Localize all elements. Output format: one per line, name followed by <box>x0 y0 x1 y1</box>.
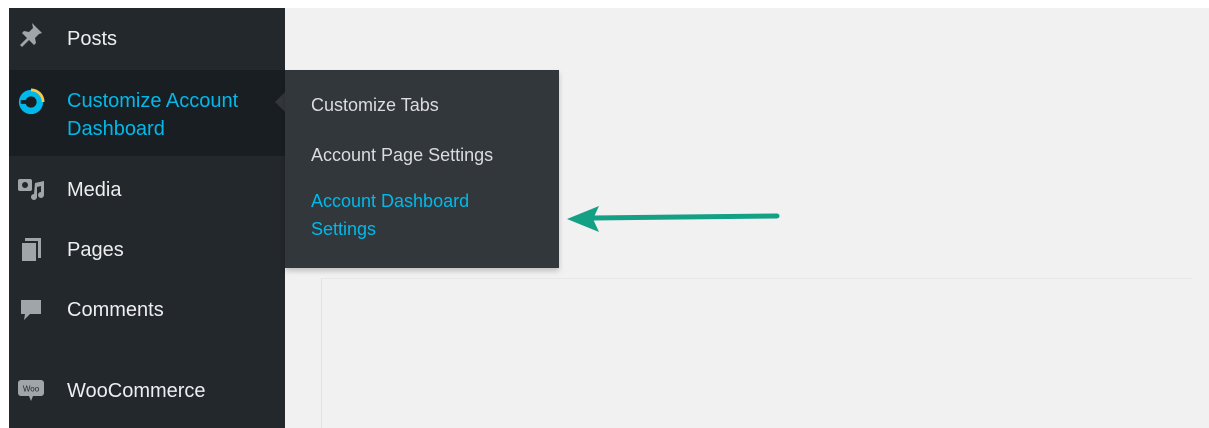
sidebar-item-label: Pages <box>67 239 124 261</box>
sidebar-item-label: Media <box>67 179 122 201</box>
submenu-item-account-dashboard-settings-line1[interactable]: Account Dashboard <box>311 189 469 213</box>
admin-sidebar: Posts Customize Account Dashboard Media … <box>9 8 285 428</box>
submenu-item-account-dashboard-settings-line2[interactable]: Settings <box>311 217 376 241</box>
sidebar-item-posts[interactable]: Posts <box>9 8 285 64</box>
svg-text:Woo: Woo <box>23 385 40 394</box>
media-icon <box>17 176 45 204</box>
admin-frame: Posts Customize Account Dashboard Media … <box>9 8 1209 428</box>
sidebar-item-label: Posts <box>67 28 118 50</box>
sidebar-item-woocommerce[interactable]: Woo WooCommerce <box>9 368 285 412</box>
customize-account-dashboard-icon <box>17 88 45 116</box>
sidebar-item-media[interactable]: Media <box>9 168 285 212</box>
sidebar-item-label: WooCommerce <box>67 380 206 402</box>
pages-icon <box>17 236 45 264</box>
sidebar-item-pages[interactable]: Pages <box>9 228 285 272</box>
flyout-submenu: Customize Tabs Account Page Settings Acc… <box>285 70 559 268</box>
sidebar-item-customize-account-dashboard[interactable]: Customize Account Dashboard <box>9 70 285 156</box>
sidebar-item-comments[interactable]: Comments <box>9 288 285 332</box>
pushpin-icon <box>17 20 45 48</box>
submenu-pointer <box>275 92 285 112</box>
sidebar-item-label-line1: Customize Account <box>67 90 239 112</box>
pointer-arrow <box>567 206 780 232</box>
sidebar-item-label-line2: Dashboard <box>67 118 165 140</box>
submenu-item-customize-tabs[interactable]: Customize Tabs <box>311 93 439 117</box>
sidebar-item-label: Comments <box>67 299 164 321</box>
comments-icon <box>17 296 45 324</box>
woocommerce-icon: Woo <box>17 376 45 404</box>
content-panel <box>321 278 1192 428</box>
submenu-item-account-page-settings[interactable]: Account Page Settings <box>311 143 493 167</box>
